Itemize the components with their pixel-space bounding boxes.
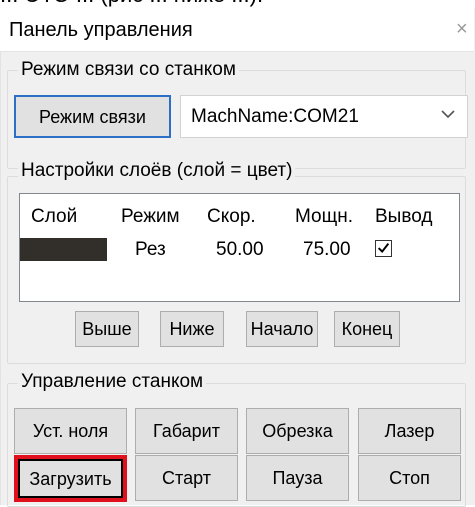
- start-button[interactable]: Старт: [135, 455, 238, 501]
- laser-button[interactable]: Лазер: [358, 408, 461, 454]
- column-header-layer: Слой: [31, 206, 78, 227]
- layers-table[interactable]: Слой Режим Скор. Мощн. Вывод Рез 50.00 7…: [19, 193, 460, 302]
- machine-control-group-label: Управление станком: [18, 371, 207, 393]
- move-last-button[interactable]: Конец: [334, 311, 400, 347]
- layers-group-label: Настройки слоёв (слой = цвет): [18, 160, 296, 182]
- cell-mode: Рез: [135, 239, 166, 260]
- machine-select-value: MachName:COM21: [191, 106, 359, 127]
- table-row[interactable]: Рез 50.00 75.00: [20, 234, 459, 266]
- move-down-button[interactable]: Ниже: [160, 311, 224, 347]
- column-header-speed: Скор.: [207, 206, 256, 227]
- layer-color-swatch: [20, 238, 107, 261]
- set-zero-button[interactable]: Уст. ноля: [14, 408, 127, 454]
- connection-group-label: Режим связи со станком: [18, 59, 239, 81]
- frame-button[interactable]: Габарит: [135, 408, 238, 454]
- stop-button[interactable]: Стоп: [358, 455, 461, 501]
- column-header-mode: Режим: [121, 206, 180, 227]
- cut-button[interactable]: Обрезка: [246, 408, 349, 454]
- move-up-button[interactable]: Выше: [75, 311, 139, 347]
- column-header-output: Вывод: [375, 206, 433, 227]
- machine-select[interactable]: MachName:COM21: [180, 95, 468, 138]
- title-bar: Панель управления ×: [0, 8, 474, 52]
- cell-speed: 50.00: [216, 239, 264, 260]
- column-header-power: Мощн.: [295, 206, 354, 227]
- close-icon[interactable]: ×: [456, 19, 470, 39]
- chevron-down-icon: [441, 110, 455, 119]
- window-title: Панель управления: [9, 19, 193, 41]
- pause-button[interactable]: Пауза: [246, 455, 349, 501]
- cell-power: 75.00: [303, 239, 351, 260]
- load-button[interactable]: Загрузить: [14, 455, 127, 502]
- connection-mode-button[interactable]: Режим связи: [14, 95, 171, 138]
- cropped-document-text: ... ЭТО ... (рис ... ниже ...).: [0, 0, 475, 8]
- move-first-button[interactable]: Начало: [246, 311, 318, 347]
- checkmark-icon: [377, 243, 390, 254]
- output-checkbox[interactable]: [375, 240, 392, 257]
